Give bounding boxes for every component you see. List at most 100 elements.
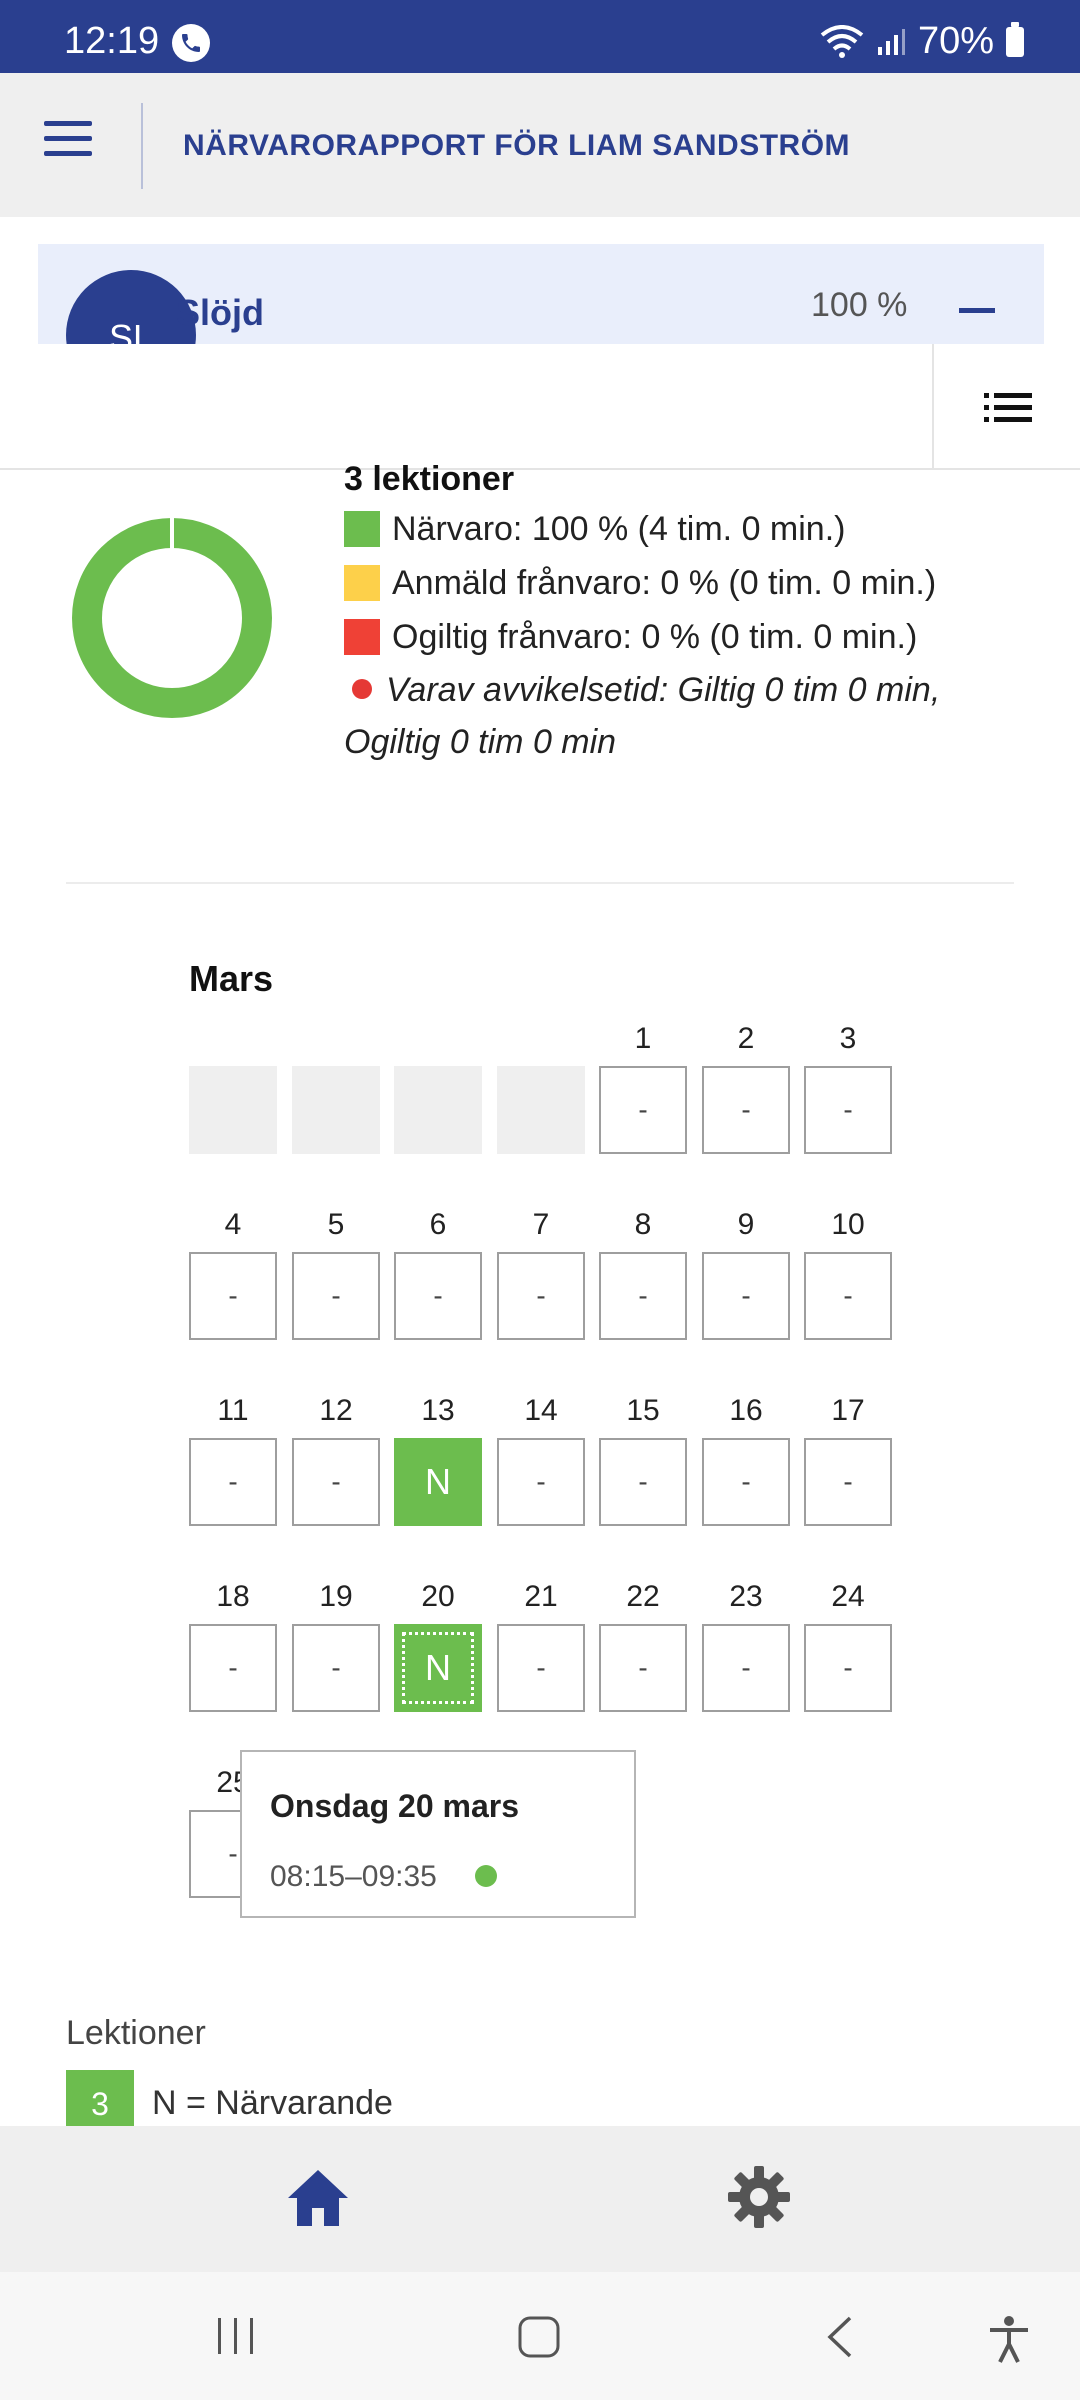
tooltip-date: Onsdag 20 mars xyxy=(270,1788,519,1824)
calendar-day-cell[interactable]: - xyxy=(189,1624,277,1712)
calendar-day-cell[interactable]: - xyxy=(702,1624,790,1712)
invalid-swatch xyxy=(344,619,380,655)
calendar-day-number: 4 xyxy=(224,1208,242,1241)
stat-reported-absence: Anmäld frånvaro: 0 % (0 tim. 0 min.) xyxy=(344,556,1044,610)
calendar-day-number: 6 xyxy=(429,1208,447,1241)
present-swatch xyxy=(344,511,380,547)
calendar-day-cell[interactable]: - xyxy=(599,1438,687,1526)
calendar-day-mark: - xyxy=(638,1094,648,1125)
calendar-day-cell[interactable]: - xyxy=(599,1252,687,1340)
present-label: Närvaro: 100 % (4 tim. 0 min.) xyxy=(392,510,846,548)
section-divider xyxy=(66,882,1014,884)
calendar-day-cell[interactable]: - xyxy=(292,1624,380,1712)
calendar-day-cell[interactable]: - xyxy=(189,1438,277,1526)
lesson-tooltip: Onsdag 20 mars 08:15–09:35 xyxy=(240,1750,636,1918)
calendar-day-number: 1 xyxy=(634,1022,652,1055)
reported-swatch xyxy=(344,565,380,601)
back-icon[interactable] xyxy=(822,2314,858,2360)
attendance-donut xyxy=(72,516,272,718)
calendar-day-number: 24 xyxy=(831,1580,865,1613)
battery-percent: 70% xyxy=(917,20,994,62)
selected-outline xyxy=(402,1632,474,1704)
calendar-day-mark: - xyxy=(536,1280,546,1311)
calendar-empty-cell xyxy=(497,1066,585,1154)
subject-percent: 100 % xyxy=(811,286,908,324)
wifi-icon xyxy=(820,24,864,58)
calendar-day-cell[interactable]: N xyxy=(394,1438,482,1526)
calendar-empty-cell xyxy=(189,1066,277,1154)
status-time: 12:19 xyxy=(64,20,160,62)
calendar-day-cell[interactable]: - xyxy=(497,1252,585,1340)
calendar-day-mark: - xyxy=(536,1652,546,1683)
home-icon[interactable] xyxy=(286,2168,350,2228)
collapse-icon[interactable] xyxy=(959,308,995,313)
home-nav-icon[interactable] xyxy=(516,2314,562,2360)
calendar-month: Mars xyxy=(189,958,274,999)
calendar-day-number: 8 xyxy=(634,1208,652,1241)
deviation-dot-icon xyxy=(352,679,372,700)
deviation-line-1: Varav avvikelsetid: Giltig 0 tim 0 min, xyxy=(386,671,941,709)
invalid-label: Ogiltig frånvaro: 0 % (0 tim. 0 min.) xyxy=(392,618,918,656)
stat-invalid-absence: Ogiltig frånvaro: 0 % (0 tim. 0 min.) xyxy=(344,610,1044,664)
calendar-day-cell[interactable]: - xyxy=(702,1066,790,1154)
tooltip-time: 08:15–09:35 xyxy=(270,1860,437,1893)
calendar-day-mark: - xyxy=(228,1466,238,1497)
calendar-day-cell[interactable]: - xyxy=(804,1252,892,1340)
calendar-day-cell[interactable]: - xyxy=(804,1624,892,1712)
calendar-day-cell[interactable]: - xyxy=(292,1438,380,1526)
accessibility-icon[interactable] xyxy=(986,2314,1032,2364)
recents-icon[interactable] xyxy=(214,2314,258,2358)
calendar-day-cell[interactable]: - xyxy=(804,1438,892,1526)
calendar-day-number: 9 xyxy=(737,1208,755,1241)
phone-call-icon xyxy=(172,24,210,62)
calendar-day-number: 17 xyxy=(831,1394,865,1427)
calendar-day-cell[interactable]: - xyxy=(497,1624,585,1712)
calendar-day-mark: - xyxy=(228,1652,238,1683)
deviation-line-2: Ogiltig 0 tim 0 min xyxy=(344,723,617,761)
calendar-day-mark: - xyxy=(741,1094,751,1125)
lesson-count: 3 lektioner xyxy=(344,460,515,498)
calendar-day-cell[interactable]: - xyxy=(702,1438,790,1526)
calendar-day-cell[interactable]: - xyxy=(702,1252,790,1340)
calendar-day-cell[interactable]: - xyxy=(804,1066,892,1154)
battery-icon xyxy=(1006,21,1024,57)
calendar-day-mark: - xyxy=(331,1466,341,1497)
gear-icon[interactable] xyxy=(726,2164,792,2230)
calendar-day-mark: - xyxy=(228,1280,238,1311)
signal-icon xyxy=(877,28,905,55)
calendar-day-cell[interactable]: - xyxy=(189,1252,277,1340)
calendar-day-number: 16 xyxy=(729,1394,763,1427)
calendar-day-cell[interactable]: N xyxy=(394,1624,482,1712)
calendar-day-cell[interactable]: - xyxy=(599,1624,687,1712)
calendar-day-mark: - xyxy=(228,1838,238,1869)
calendar-day-number: 7 xyxy=(532,1208,550,1241)
bottom-nav xyxy=(0,2126,1080,2272)
calendar-day-number: 19 xyxy=(319,1580,353,1613)
status-bar: 12:19 70% xyxy=(0,0,1080,73)
status-right: 70% xyxy=(820,20,1024,63)
legend-label: N = Närvarande xyxy=(152,2084,393,2122)
calendar-day-mark: - xyxy=(331,1652,341,1683)
calendar-day-cell[interactable]: - xyxy=(599,1066,687,1154)
calendar-day-number: 21 xyxy=(524,1580,558,1613)
calendar-day-number: 12 xyxy=(319,1394,353,1427)
calendar-day-mark: - xyxy=(433,1280,443,1311)
calendar-day-cell[interactable]: - xyxy=(394,1252,482,1340)
subject-header[interactable]: SL Slöjd 100 % xyxy=(38,244,1044,344)
page-title: NÄRVARORAPPORT FÖR LIAM SANDSTRÖM xyxy=(183,129,851,162)
calendar-day-cell[interactable]: - xyxy=(497,1438,585,1526)
calendar-day-cell[interactable]: - xyxy=(292,1252,380,1340)
app-bar: NÄRVARORAPPORT FÖR LIAM SANDSTRÖM xyxy=(0,73,1080,217)
legend-heading: Lektioner xyxy=(66,2014,206,2052)
menu-icon[interactable] xyxy=(44,121,96,161)
list-icon[interactable] xyxy=(984,392,1032,424)
calendar-day-number: 23 xyxy=(729,1580,763,1613)
calendar-day-mark: N xyxy=(425,1461,451,1502)
calendar-empty-cell xyxy=(292,1066,380,1154)
calendar-day-mark: - xyxy=(638,1466,648,1497)
calendar-day-number: 10 xyxy=(831,1208,865,1241)
calendar-day-number: 5 xyxy=(327,1208,345,1241)
calendar-day-mark: - xyxy=(331,1280,341,1311)
calendar-day-mark: - xyxy=(843,1652,853,1683)
calendar-day-mark: - xyxy=(843,1466,853,1497)
